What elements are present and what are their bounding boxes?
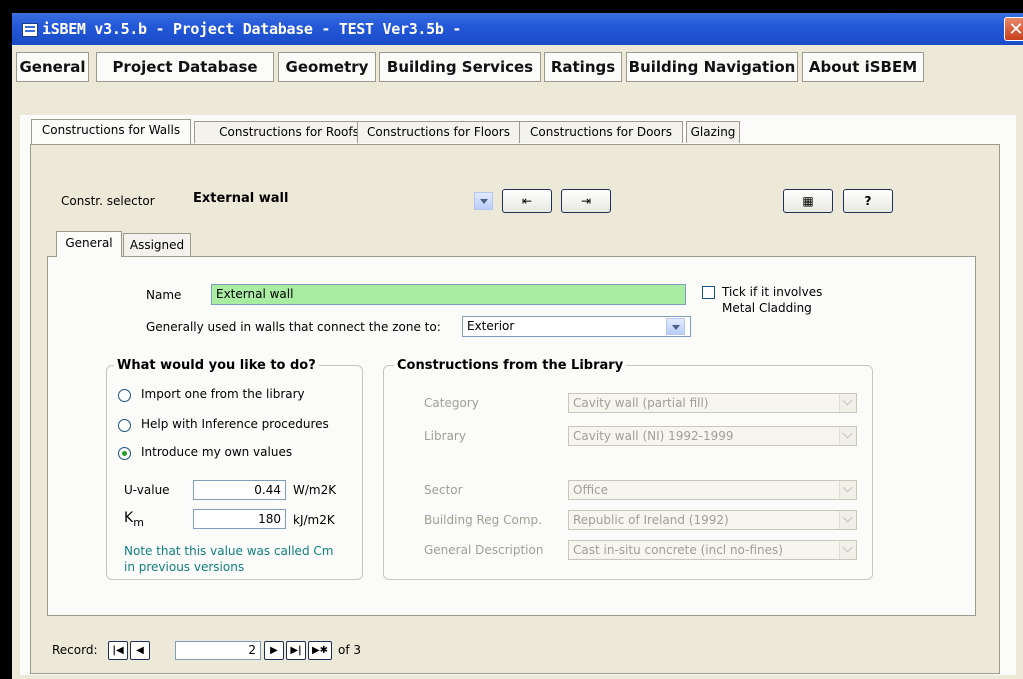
km-input[interactable]: 180 — [193, 509, 286, 529]
tab-building-services[interactable]: Building Services — [379, 52, 541, 82]
category-label: Category — [424, 396, 479, 410]
gen-desc-select: Cast in-situ concrete (incl no-fines) — [568, 540, 857, 560]
zone-value: Exterior — [467, 319, 515, 333]
next-record-icon: ▶ — [270, 645, 278, 656]
prev-record-button[interactable]: ◀ — [130, 641, 150, 660]
tab-constructions-walls[interactable]: Constructions for Walls — [31, 119, 191, 144]
km-label: Km — [124, 510, 144, 529]
bldg-reg-dropdown-icon — [839, 511, 856, 529]
tab-glazing[interactable]: Glazing — [686, 121, 740, 143]
zone-dropdown-icon[interactable] — [666, 318, 685, 335]
export-record-icon: ⇥ — [580, 194, 592, 208]
name-input[interactable]: External wall — [211, 284, 686, 305]
sector-value: Office — [573, 483, 609, 497]
subtab-general[interactable]: General — [56, 231, 122, 257]
table-icon: ▦ — [802, 194, 814, 208]
selector-label: Constr. selector — [61, 194, 155, 208]
gen-desc-value: Cast in-situ concrete (incl no-fines) — [573, 543, 783, 557]
option-own-values[interactable]: Introduce my own values — [141, 445, 292, 459]
bldg-reg-label: Building Reg Comp. — [424, 513, 542, 527]
title-bar: iSBEM v3.5.b - Project Database - TEST V… — [12, 13, 1023, 45]
tab-constructions-floors[interactable]: Constructions for Floors — [357, 121, 520, 143]
uvalue-input[interactable]: 0.44 — [193, 480, 286, 500]
library-select: Cavity wall (NI) 1992-1999 — [568, 426, 857, 446]
metal-cladding-label-1: Tick if it involves — [722, 285, 823, 299]
first-record-icon: |◀ — [112, 645, 124, 656]
uvalue-label: U-value — [124, 483, 170, 497]
gen-desc-label: General Description — [424, 543, 544, 557]
tab-constructions-doors[interactable]: Constructions for Doors — [519, 121, 683, 143]
sector-select: Office — [568, 480, 857, 500]
sector-dropdown-icon — [839, 481, 856, 499]
tab-about-isbem[interactable]: About iSBEM — [802, 52, 924, 82]
name-label: Name — [146, 288, 182, 302]
library-dropdown-icon — [839, 427, 856, 445]
window-title: iSBEM v3.5.b - Project Database - TEST V… — [42, 20, 462, 38]
subtab-assigned[interactable]: Assigned — [123, 233, 191, 257]
help-icon: ? — [864, 194, 872, 208]
selector-value[interactable]: External wall — [193, 191, 288, 206]
km-unit: kJ/m2K — [293, 513, 335, 527]
bldg-reg-select: Republic of Ireland (1992) — [568, 510, 857, 530]
radio-inference[interactable] — [118, 419, 131, 432]
table-view-button[interactable]: ▦ — [783, 189, 833, 213]
tab-ratings[interactable]: Ratings — [544, 52, 622, 82]
category-value: Cavity wall (partial fill) — [573, 396, 709, 410]
first-record-button[interactable]: |◀ — [108, 641, 128, 660]
import-record-icon: ⇤ — [521, 194, 533, 208]
uvalue-unit: W/m2K — [293, 483, 337, 497]
km-subscript: m — [133, 515, 144, 529]
category-dropdown-icon — [839, 394, 856, 412]
record-label: Record: — [52, 643, 98, 657]
selector-dropdown-icon[interactable] — [474, 192, 493, 210]
sector-label: Sector — [424, 483, 463, 497]
gen-desc-dropdown-icon — [839, 541, 856, 559]
library-label: Library — [424, 429, 466, 443]
category-select: Cavity wall (partial fill) — [568, 393, 857, 413]
bldg-reg-value: Republic of Ireland (1992) — [573, 513, 729, 527]
library-value: Cavity wall (NI) 1992-1999 — [573, 429, 734, 443]
note-line-1: Note that this value was called Cm — [124, 544, 334, 558]
copy-to-button[interactable]: ⇥ — [561, 189, 611, 213]
new-record-button[interactable]: ▶✱ — [308, 641, 332, 660]
record-count: of 3 — [338, 643, 362, 657]
tab-general[interactable]: General — [16, 52, 89, 82]
new-record-icon: ▶✱ — [311, 645, 329, 656]
close-button[interactable]: ✕ — [1004, 17, 1023, 41]
zone-select[interactable]: Exterior — [462, 316, 691, 337]
record-number-input[interactable]: 2 — [175, 641, 261, 660]
km-symbol: K — [124, 510, 134, 526]
close-icon: ✕ — [1008, 19, 1023, 40]
option-inference[interactable]: Help with Inference procedures — [141, 417, 329, 431]
library-title: Constructions from the Library — [394, 358, 627, 373]
radio-own-values[interactable] — [118, 447, 131, 460]
metal-cladding-checkbox[interactable] — [702, 286, 715, 299]
next-record-button[interactable]: ▶ — [264, 641, 284, 660]
app-icon — [22, 23, 38, 37]
note-line-2: in previous versions — [124, 560, 245, 574]
zone-label: Generally used in walls that connect the… — [146, 320, 441, 334]
todo-title: What would you like to do? — [114, 358, 319, 373]
metal-cladding-label-2: Metal Cladding — [722, 301, 812, 315]
construction-tab-bar: Constructions for Walls Constructions fo… — [31, 119, 751, 144]
copy-from-button[interactable]: ⇤ — [502, 189, 552, 213]
tab-project-database[interactable]: Project Database — [96, 52, 274, 82]
radio-import-library[interactable] — [118, 389, 131, 402]
tab-constructions-roofs[interactable]: Constructions for Roofs — [194, 121, 384, 143]
last-record-icon: ▶| — [290, 645, 302, 656]
tab-building-navigation[interactable]: Building Navigation — [626, 52, 798, 82]
prev-record-icon: ◀ — [136, 645, 144, 656]
help-button[interactable]: ? — [843, 189, 893, 213]
tab-geometry[interactable]: Geometry — [278, 52, 376, 82]
option-import-library[interactable]: Import one from the library — [141, 387, 305, 401]
last-record-button[interactable]: ▶| — [286, 641, 306, 660]
